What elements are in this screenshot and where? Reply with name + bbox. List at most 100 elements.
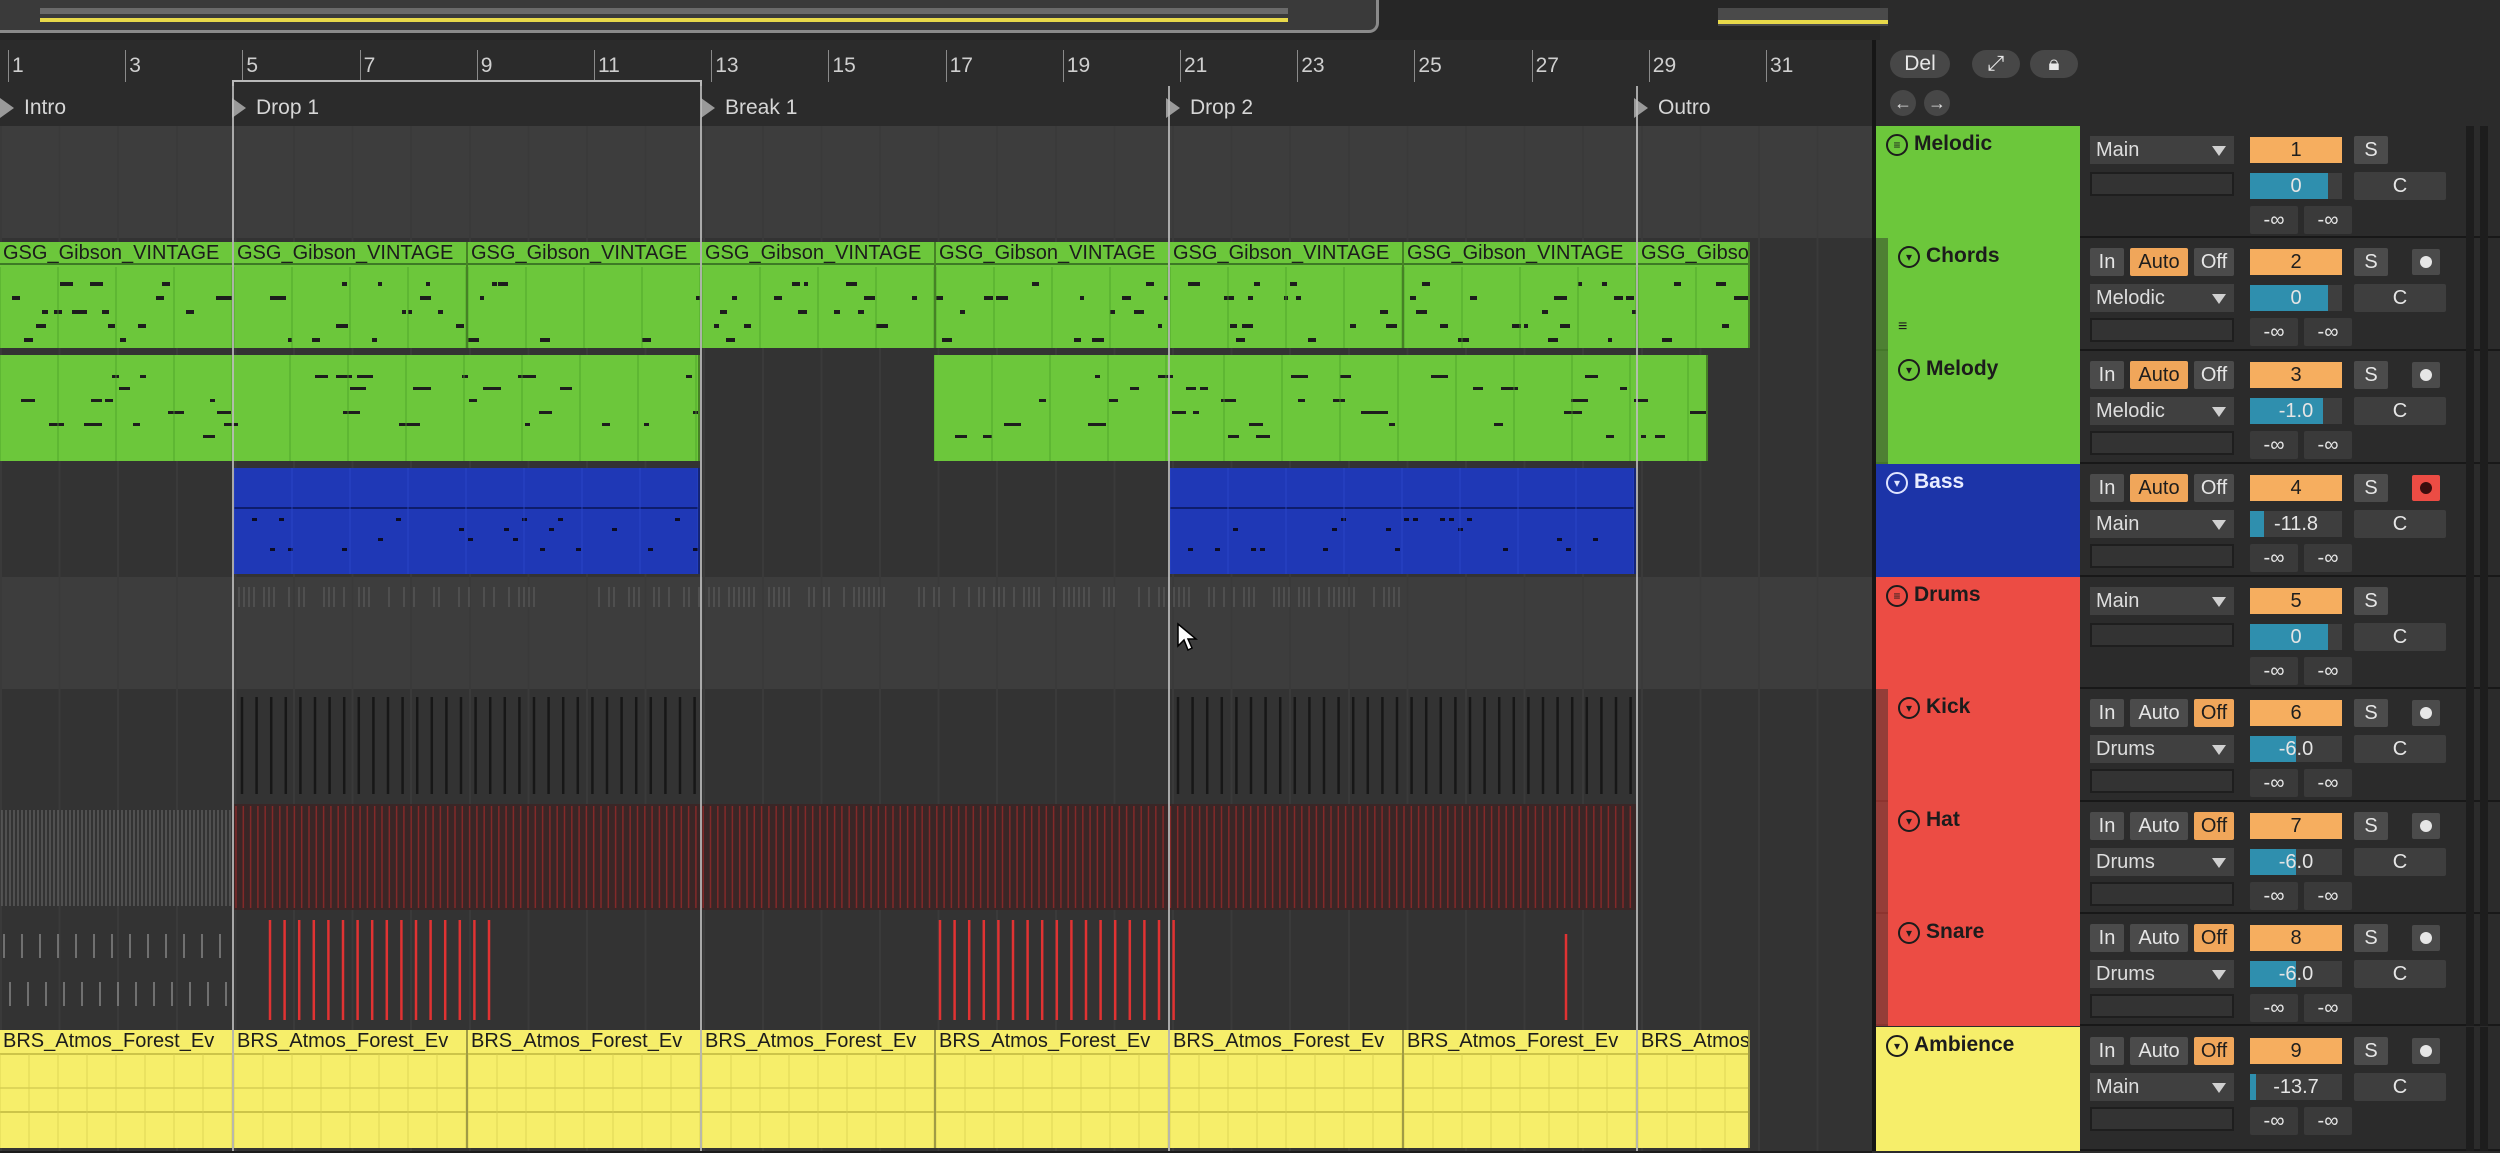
monitor-in-button[interactable]: In bbox=[2090, 1037, 2124, 1065]
clip-bass[interactable] bbox=[1170, 468, 1636, 574]
output-routing-select[interactable]: Drums bbox=[2090, 960, 2234, 988]
monitor-off-button[interactable]: Off bbox=[2194, 1037, 2234, 1065]
clip-ambience[interactable]: BRS_Atmos_Forest_Ev bbox=[1170, 1030, 1404, 1148]
input-channel-field[interactable] bbox=[2090, 544, 2234, 568]
send-a-field[interactable]: -∞ bbox=[2250, 431, 2298, 459]
volume-field[interactable]: -13.7 bbox=[2250, 1074, 2342, 1100]
track-activator-number[interactable]: 6 bbox=[2250, 700, 2342, 726]
send-a-field[interactable]: -∞ bbox=[2250, 318, 2298, 346]
output-routing-select[interactable]: Drums bbox=[2090, 735, 2234, 763]
clip-chords[interactable]: GSG_Gibson_VINTAGE bbox=[468, 242, 702, 348]
monitor-auto-button[interactable]: Auto bbox=[2130, 248, 2188, 276]
del-button[interactable]: Del bbox=[1890, 50, 1950, 78]
output-routing-select[interactable]: Main bbox=[2090, 587, 2234, 615]
volume-field[interactable]: -11.8 bbox=[2250, 511, 2342, 537]
locator-drop-1[interactable]: Drop 1 bbox=[232, 96, 319, 120]
arm-record-button[interactable] bbox=[2412, 700, 2440, 726]
monitor-in-button[interactable]: In bbox=[2090, 361, 2124, 389]
track-fold-icon[interactable]: ▾ bbox=[1886, 472, 1908, 494]
pan-field[interactable]: C bbox=[2354, 172, 2446, 200]
pan-field[interactable]: C bbox=[2354, 284, 2446, 312]
send-a-field[interactable]: -∞ bbox=[2250, 1107, 2298, 1135]
track-header-kick[interactable]: ▾ Kick In Auto Off 6 S Drums -6.0 C -∞ -∞ bbox=[1876, 689, 2500, 802]
track-name-area[interactable]: ▾ Ambience bbox=[1876, 1027, 2080, 1151]
locator-drop-2[interactable]: Drop 2 bbox=[1166, 96, 1253, 120]
send-b-field[interactable]: -∞ bbox=[2304, 994, 2352, 1022]
track-fold-icon[interactable]: ▾ bbox=[1898, 359, 1920, 381]
track-name-area[interactable]: ▾ Melody bbox=[1888, 351, 2080, 464]
locator-outro[interactable]: Outro bbox=[1634, 96, 1711, 120]
track-header-melodic[interactable]: ≡ Melodic Main 1 S 0 C -∞ -∞ bbox=[1876, 126, 2500, 238]
track-fold-icon[interactable]: ▾ bbox=[1898, 246, 1920, 268]
monitor-off-button[interactable]: Off bbox=[2194, 812, 2234, 840]
input-channel-field[interactable] bbox=[2090, 882, 2234, 906]
track-name-area[interactable]: ▾ Bass bbox=[1876, 464, 2080, 577]
locator-lane[interactable]: Intro Drop 1 Break 1 Drop 2 Outro bbox=[0, 86, 1872, 127]
send-b-field[interactable]: -∞ bbox=[2304, 431, 2352, 459]
clip-melody[interactable] bbox=[934, 355, 1708, 461]
clip-chords[interactable]: GSG_Gibson_VINTAGE bbox=[234, 242, 468, 348]
track-activator-number[interactable]: 9 bbox=[2250, 1038, 2342, 1064]
send-a-field[interactable]: -∞ bbox=[2250, 769, 2298, 797]
track-activator-number[interactable]: 7 bbox=[2250, 813, 2342, 839]
track-fold-icon[interactable]: ▾ bbox=[1898, 810, 1920, 832]
locator-break-1[interactable]: Break 1 bbox=[701, 96, 797, 120]
arm-record-button[interactable] bbox=[2412, 362, 2440, 388]
pan-field[interactable]: C bbox=[2354, 510, 2446, 538]
lock-icon[interactable]: 🔒︎ bbox=[2030, 50, 2078, 78]
pan-field[interactable]: C bbox=[2354, 397, 2446, 425]
clip-ambience[interactable]: BRS_Atmos_Forest_Ev bbox=[936, 1030, 1170, 1148]
overview-visible-range[interactable] bbox=[0, 0, 1379, 33]
pan-field[interactable]: C bbox=[2354, 735, 2446, 763]
track-name-area[interactable]: ≡ Melodic bbox=[1876, 126, 2080, 238]
clip-ambience[interactable]: BRS_Atmos_Forest_Ev bbox=[468, 1030, 702, 1148]
volume-field[interactable]: -6.0 bbox=[2250, 736, 2342, 762]
input-channel-field[interactable] bbox=[2090, 1107, 2234, 1131]
send-b-field[interactable]: -∞ bbox=[2304, 318, 2352, 346]
monitor-auto-button[interactable]: Auto bbox=[2130, 699, 2188, 727]
track-name-area[interactable]: ≡ Drums bbox=[1876, 577, 2080, 689]
send-b-field[interactable]: -∞ bbox=[2304, 544, 2352, 572]
track-fold-icon[interactable]: ▾ bbox=[1886, 1035, 1908, 1057]
volume-field[interactable]: -6.0 bbox=[2250, 961, 2342, 987]
pan-field[interactable]: C bbox=[2354, 1073, 2446, 1101]
track-activator-number[interactable]: 5 bbox=[2250, 588, 2342, 614]
clip-melody[interactable] bbox=[0, 355, 700, 461]
clip-chords[interactable]: GSG_Gibso bbox=[1638, 242, 1750, 348]
group-fold-icon[interactable]: ≡ bbox=[1886, 134, 1908, 156]
solo-button[interactable]: S bbox=[2354, 248, 2388, 276]
lane-melodic[interactable] bbox=[0, 126, 1872, 240]
input-channel-field[interactable] bbox=[2090, 318, 2234, 342]
monitor-off-button[interactable]: Off bbox=[2194, 361, 2234, 389]
input-routing-field[interactable] bbox=[2090, 623, 2234, 647]
monitor-auto-button[interactable]: Auto bbox=[2130, 924, 2188, 952]
solo-button[interactable]: S bbox=[2354, 587, 2388, 615]
monitor-off-button[interactable]: Off bbox=[2194, 248, 2234, 276]
pan-field[interactable]: C bbox=[2354, 960, 2446, 988]
send-a-field[interactable]: -∞ bbox=[2250, 657, 2298, 685]
solo-button[interactable]: S bbox=[2354, 1037, 2388, 1065]
track-header-bass[interactable]: ▾ Bass In Auto Off 4 S Main -11.8 C -∞ -∞ bbox=[1876, 464, 2500, 577]
clip-chords[interactable]: GSG_Gibson_VINTAGE bbox=[0, 242, 234, 348]
arrow-right-icon[interactable]: → bbox=[1924, 90, 1950, 116]
output-routing-select[interactable]: Main bbox=[2090, 1073, 2234, 1101]
send-a-field[interactable]: -∞ bbox=[2250, 206, 2298, 234]
input-channel-field[interactable] bbox=[2090, 994, 2234, 1018]
arrow-left-icon[interactable]: ← bbox=[1890, 90, 1916, 116]
send-a-field[interactable]: -∞ bbox=[2250, 882, 2298, 910]
clip-bass[interactable] bbox=[234, 468, 700, 574]
track-activator-number[interactable]: 2 bbox=[2250, 249, 2342, 275]
monitor-off-button[interactable]: Off bbox=[2194, 474, 2234, 502]
track-header-snare[interactable]: ▾ Snare In Auto Off 8 S Drums -6.0 C -∞ -∞ bbox=[1876, 914, 2500, 1026]
output-routing-select[interactable]: Melodic bbox=[2090, 284, 2234, 312]
monitor-off-button[interactable]: Off bbox=[2194, 699, 2234, 727]
output-routing-select[interactable]: Melodic bbox=[2090, 397, 2234, 425]
track-header-drums[interactable]: ≡ Drums Main 5 S 0 C -∞ -∞ bbox=[1876, 577, 2500, 689]
arrangement-lanes[interactable]: GSG_Gibson_VINTAGE GSG_Gibson_VINTAGE GSG_… bbox=[0, 126, 1872, 1153]
clip-ambience[interactable]: BRS_Atmos_Forest_Ev bbox=[0, 1030, 234, 1148]
volume-field[interactable]: 0 bbox=[2250, 173, 2342, 199]
track-fold-icon[interactable]: ▾ bbox=[1898, 922, 1920, 944]
monitor-in-button[interactable]: In bbox=[2090, 474, 2124, 502]
send-b-field[interactable]: -∞ bbox=[2304, 1107, 2352, 1135]
track-header-ambience[interactable]: ▾ Ambience In Auto Off 9 S Main -13.7 C -∞ -∞ bbox=[1876, 1027, 2500, 1151]
